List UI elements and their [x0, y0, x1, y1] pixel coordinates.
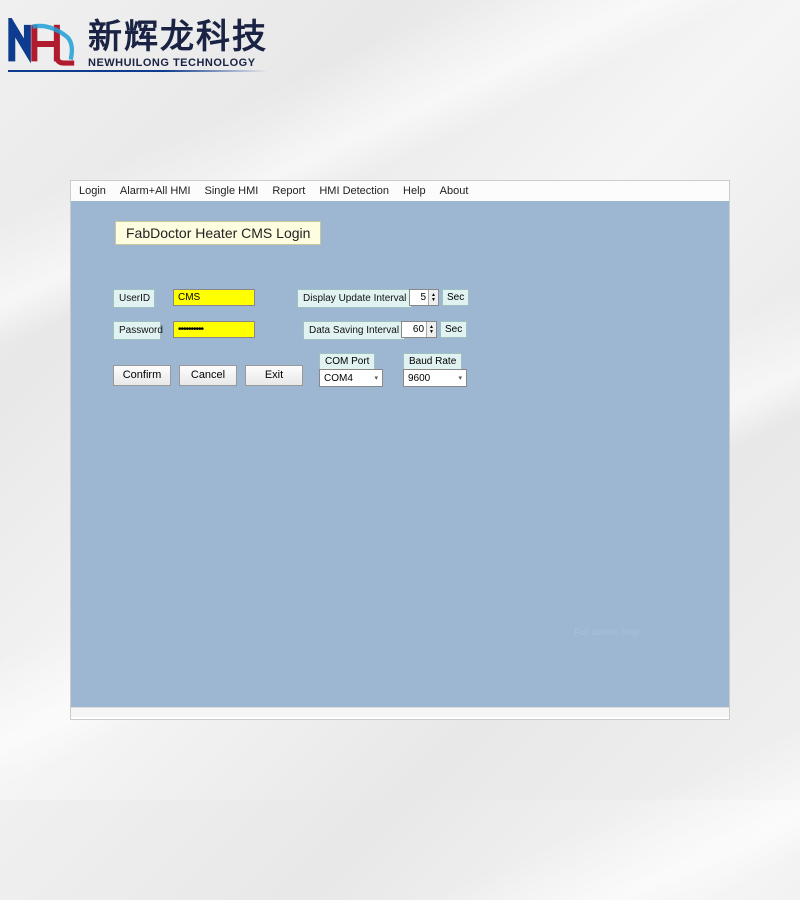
- saving-interval-label: Data Saving Interval: [303, 321, 405, 340]
- display-interval-label: Display Update Interval: [297, 289, 412, 308]
- company-name-en: NEWHUILONG TECHNOLOGY: [88, 57, 268, 69]
- app-window: Login Alarm+All HMI Single HMI Report HM…: [70, 180, 730, 720]
- cancel-button[interactable]: Cancel: [179, 365, 237, 386]
- saving-interval-input[interactable]: 60 ▲▼: [401, 321, 437, 338]
- chevron-down-icon: ▾: [374, 374, 378, 382]
- company-name-cn: 新辉龙科技: [88, 19, 268, 56]
- saving-interval-unit: Sec: [440, 321, 467, 338]
- menu-bar: Login Alarm+All HMI Single HMI Report HM…: [71, 181, 729, 201]
- display-interval-input[interactable]: 5 ▲▼: [409, 289, 439, 306]
- exit-button[interactable]: Exit: [245, 365, 303, 386]
- watermark-text: Full screen Snip: [574, 627, 639, 637]
- spinner-arrows-icon[interactable]: ▲▼: [428, 290, 438, 305]
- horizontal-scrollbar[interactable]: [71, 707, 729, 717]
- saving-interval-value: 60: [406, 324, 426, 335]
- display-interval-unit: Sec: [442, 289, 469, 306]
- password-label: Password: [113, 321, 161, 340]
- password-input[interactable]: ••••••••••: [173, 321, 255, 338]
- com-port-label: COM Port: [319, 353, 375, 370]
- baud-rate-label: Baud Rate: [403, 353, 462, 370]
- confirm-button[interactable]: Confirm: [113, 365, 171, 386]
- menu-alarm-all-hmi[interactable]: Alarm+All HMI: [120, 185, 191, 197]
- logo-icon: [8, 18, 78, 70]
- menu-single-hmi[interactable]: Single HMI: [205, 185, 259, 197]
- baud-rate-value: 9600: [408, 373, 430, 384]
- page-title: FabDoctor Heater CMS Login: [115, 221, 321, 245]
- userid-label: UserID: [113, 289, 155, 308]
- com-port-value: COM4: [324, 373, 353, 384]
- company-logo: 新辉龙科技 NEWHUILONG TECHNOLOGY: [8, 18, 268, 70]
- menu-login[interactable]: Login: [79, 185, 106, 197]
- userid-input[interactable]: CMS: [173, 289, 255, 306]
- com-port-select[interactable]: COM4 ▾: [319, 369, 383, 387]
- menu-help[interactable]: Help: [403, 185, 426, 197]
- spinner-arrows-icon[interactable]: ▲▼: [426, 322, 436, 337]
- chevron-down-icon: ▾: [458, 374, 462, 382]
- display-interval-value: 5: [414, 292, 428, 303]
- menu-about[interactable]: About: [440, 185, 469, 197]
- menu-hmi-detection[interactable]: HMI Detection: [319, 185, 389, 197]
- client-area: FabDoctor Heater CMS Login UserID CMS Pa…: [71, 201, 729, 717]
- menu-report[interactable]: Report: [272, 185, 305, 197]
- baud-rate-select[interactable]: 9600 ▾: [403, 369, 467, 387]
